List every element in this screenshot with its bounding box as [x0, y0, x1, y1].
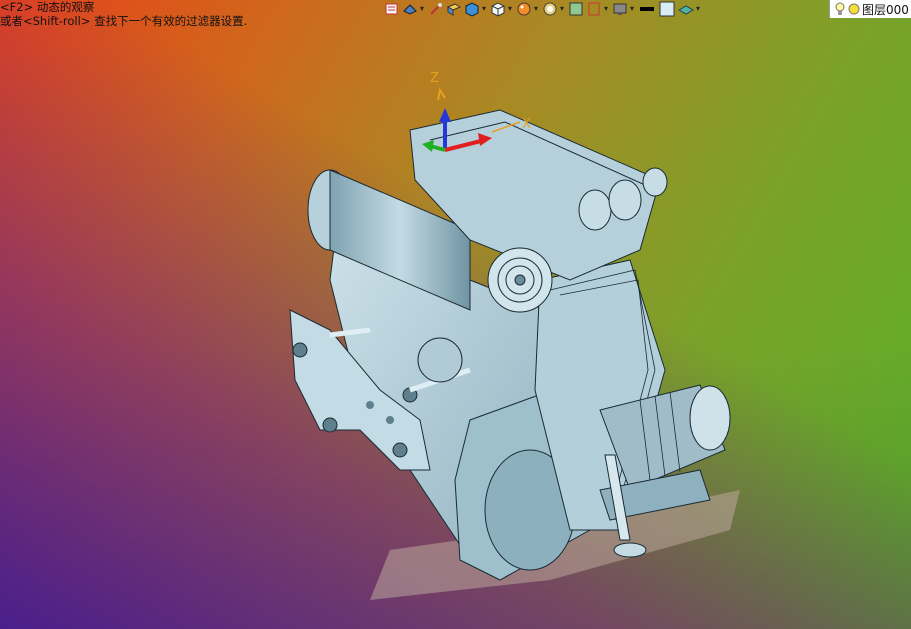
frame-icon [588, 2, 600, 16]
fit-button[interactable] [568, 1, 584, 17]
zoom-icon [543, 2, 557, 16]
color-swatch-icon [659, 1, 675, 17]
chevron-down-icon: ▾ [695, 4, 700, 13]
section-icon [430, 3, 442, 15]
line-color-button[interactable] [638, 1, 656, 17]
display-button[interactable]: ▾ [612, 1, 636, 17]
shade-button[interactable] [446, 1, 462, 17]
view-orient-icon [385, 3, 398, 15]
hopper-roll-1 [578, 189, 612, 231]
chevron-down-icon: ▾ [559, 4, 564, 13]
graphics-viewport[interactable]: <F2> 动态的观察 或者<Shift-roll> 查找下一个有效的过滤器设置.… [0, 0, 911, 629]
appearance-icon [517, 2, 531, 16]
render-mode-button[interactable]: ▾ [402, 1, 426, 17]
chevron-down-icon: ▾ [419, 4, 424, 13]
section-button[interactable] [428, 1, 444, 17]
layer-selector[interactable]: 图层000 [829, 0, 911, 18]
heads-up-toolbar: ▾ ▾ ▾ ▾ ▾ ▾ ▾ ▾ [384, 0, 702, 18]
chevron-down-icon: ▾ [507, 4, 512, 13]
display-icon [613, 3, 627, 15]
z-axis-label: Z [430, 71, 439, 86]
layer-shape-icon [678, 5, 694, 15]
chevron-down-icon: ▾ [603, 4, 608, 13]
frame-button[interactable]: ▾ [586, 1, 610, 17]
light-bulb-icon [835, 2, 845, 15]
sun-icon [848, 3, 860, 15]
color-swatch-button[interactable] [658, 1, 676, 17]
render-mode-icon [403, 4, 417, 15]
appearance-button[interactable]: ▾ [516, 1, 540, 17]
hint-line-2: 或者<Shift-roll> 查找下一个有效的过滤器设置. [0, 14, 248, 28]
cad-model[interactable]: Z X [270, 60, 750, 600]
x-axis-label: X [522, 117, 531, 132]
chevron-down-icon: ▾ [629, 4, 634, 13]
hopper-roll-2 [608, 179, 642, 221]
chevron-down-icon: ▾ [533, 4, 538, 13]
shade-icon [446, 3, 462, 16]
cube-view-icon [491, 2, 505, 17]
chevron-down-icon: ▾ [481, 4, 486, 13]
layer-shape-button[interactable]: ▾ [678, 1, 702, 17]
view-orient-button[interactable] [384, 1, 400, 17]
hint-line-1: <F2> 动态的观察 [0, 0, 95, 14]
line-color-icon [640, 7, 654, 11]
cube-view-button[interactable]: ▾ [490, 1, 514, 17]
fit-icon [569, 2, 583, 16]
layer-name: 图层000 [862, 2, 909, 17]
box-view-button[interactable]: ▾ [464, 1, 488, 17]
motor-end-cap [689, 385, 731, 451]
box-view-icon [465, 2, 479, 17]
zoom-button[interactable]: ▾ [542, 1, 566, 17]
